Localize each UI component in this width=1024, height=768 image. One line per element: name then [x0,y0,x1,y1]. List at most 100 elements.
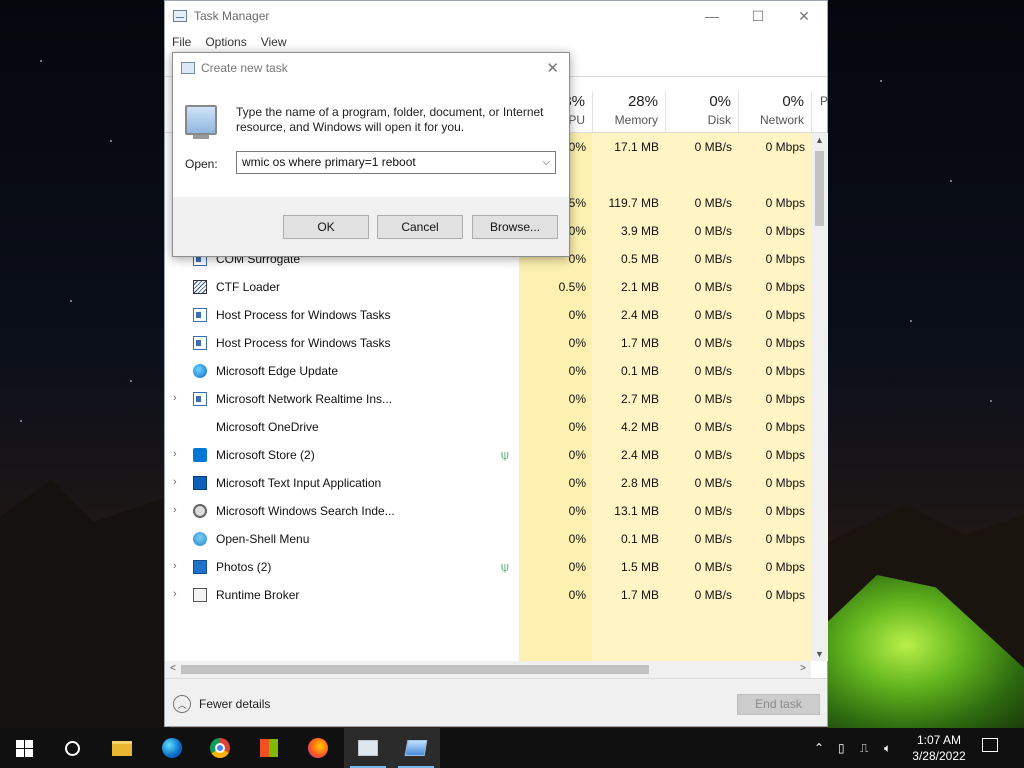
expand-chevron-icon[interactable]: › [173,504,183,516]
close-button[interactable]: ✕ [781,1,827,31]
taskbar-run[interactable] [392,728,440,768]
taskbar-firefox[interactable] [294,728,342,768]
runtime-process-icon [193,588,207,602]
shell-process-icon [193,532,207,546]
tray-network-icon[interactable]: ⎍ [860,728,868,768]
star [950,180,952,182]
vertical-scrollbar[interactable]: ▲ ▼ [811,133,828,661]
expand-chevron-icon[interactable]: › [173,560,183,572]
scroll-right-icon[interactable]: > [800,663,806,674]
minimize-button[interactable]: — [689,1,735,31]
taskbar-store[interactable] [245,728,293,768]
end-task-button[interactable]: End task [737,694,820,715]
process-cpu: 0.5% [558,280,586,294]
process-network: 0 Mbps [765,308,805,322]
open-combobox[interactable]: wmic os where primary=1 reboot ⌵ [236,151,556,174]
search-button[interactable] [48,728,96,768]
dialog-description: Type the name of a program, folder, docu… [236,105,544,134]
table-row[interactable]: Host Process for Windows Tasks 0% 1.7 MB 0 … [165,329,811,357]
browse-button[interactable]: Browse... [472,215,558,239]
column-disk[interactable]: 0% Disk [665,91,738,133]
open-input-value: wmic os where primary=1 reboot [242,155,416,169]
menu-view[interactable]: View [261,35,287,49]
ok-button[interactable]: OK [283,215,369,239]
taskbar-clock[interactable]: 1:07 AM 3/28/2022 [906,732,972,764]
taskbar: ⌃ ▯ ⎍ 🔈︎ 1:07 AM 3/28/2022 [0,728,1024,768]
process-network: 0 Mbps [765,196,805,210]
scroll-up-icon[interactable]: ▲ [811,135,828,145]
clock-time: 1:07 AM [916,733,962,747]
table-row[interactable]: Open-Shell Menu 0% 0.1 MB 0 MB/s 0 Mbps [165,525,811,553]
store-icon [260,739,278,757]
taskbar-edge[interactable] [148,728,196,768]
process-cpu: 0% [568,336,586,350]
dialog-body: Type the name of a program, folder, docu… [173,83,569,197]
table-row[interactable]: › Runtime Broker 0% 1.7 MB 0 MB/s 0 Mbps [165,581,811,609]
vertical-scroll-thumb[interactable] [815,151,824,226]
table-row[interactable]: Host Process for Windows Tasks 0% 2.4 MB 0 … [165,301,811,329]
tray-chevron-up-icon[interactable]: ⌃ [814,728,824,768]
process-memory: 1.7 MB [620,336,659,350]
table-row[interactable]: CTF Loader 0.5% 2.1 MB 0 MB/s 0 Mbps [165,273,811,301]
star [130,380,132,382]
process-memory: 0.1 MB [620,364,659,378]
table-row[interactable]: › Microsoft Windows Search Inde... 0% 13.1 … [165,497,811,525]
taskbar-chrome[interactable] [196,728,244,768]
process-memory: 1.5 MB [620,560,659,574]
task-manager-footer: ︿ Fewer details End task [165,678,827,726]
expand-chevron-icon[interactable]: › [173,392,183,404]
table-row[interactable]: Microsoft OneDrive 0% 4.2 MB 0 MB/s 0 Mbps [165,413,811,441]
action-center-icon[interactable] [982,738,998,752]
table-row[interactable]: Microsoft Edge Update 0% 0.1 MB 0 MB/s 0 Mbp… [165,357,811,385]
process-network: 0 Mbps [765,448,805,462]
process-name: Microsoft Text Input Application [216,476,382,490]
process-disk: 0 MB/s [694,224,732,238]
star [70,300,72,302]
process-disk: 0 MB/s [694,196,732,210]
start-button[interactable] [0,728,48,768]
table-row[interactable]: › Microsoft Text Input Application 0% 2.8 M… [165,469,811,497]
column-network[interactable]: 0% Network [738,91,811,133]
table-row[interactable]: › Photos (2) ⍦ 0% 1.5 MB 0 MB/s 0 Mbps [165,553,811,581]
star [20,420,22,422]
process-memory: 2.7 MB [620,392,659,406]
menu-file[interactable]: File [172,35,191,49]
scroll-down-icon[interactable]: ▼ [811,649,828,659]
table-row[interactable]: › Microsoft Network Realtime Ins... 0% 2.7 … [165,385,811,413]
process-name: CTF Loader [216,280,281,294]
taskbar-file-explorer[interactable] [98,728,146,768]
process-name: Microsoft OneDrive [216,420,319,434]
menu-options[interactable]: Options [205,35,246,49]
process-disk: 0 MB/s [694,504,732,518]
star [880,80,882,82]
fewer-details-button[interactable]: ︿ Fewer details [173,695,270,713]
process-disk: 0 MB/s [694,140,732,154]
suspended-leaf-icon: ⍦ [501,447,509,462]
taskbar-task-manager[interactable] [344,728,392,768]
expand-chevron-icon[interactable]: › [173,448,183,460]
process-network: 0 Mbps [765,140,805,154]
dialog-title: Create new task [201,61,288,75]
network-label: Network [759,113,804,127]
scroll-left-icon[interactable]: < [170,663,176,674]
dialog-titlebar[interactable]: Create new task [173,53,569,83]
tray-volume-icon[interactable]: 🔈︎ [884,728,891,768]
expand-chevron-icon[interactable]: › [173,476,183,488]
process-name: Runtime Broker [216,588,300,602]
maximize-button[interactable]: ☐ [735,1,781,31]
menu-bar: File Options View [165,31,827,53]
tray-battery-icon[interactable]: ▯ [838,728,845,768]
column-power[interactable]: P [811,91,828,133]
process-memory: 2.4 MB [620,448,659,462]
column-memory[interactable]: 28% Memory [592,91,665,133]
process-cpu: 0% [568,588,586,602]
table-row[interactable]: › Microsoft Store (2) ⍦ 0% 2.4 MB 0 MB/s 0 Mbp… [165,441,811,469]
dialog-close-icon[interactable]: ✕ [546,59,559,77]
process-cpu: 0% [568,308,586,322]
chevron-down-icon[interactable]: ⌵ [542,152,550,173]
horizontal-scroll-thumb[interactable] [181,665,649,674]
horizontal-scrollbar[interactable]: < > [165,661,811,678]
cancel-button[interactable]: Cancel [377,215,463,239]
expand-chevron-icon[interactable]: › [173,588,183,600]
process-memory: 2.1 MB [620,280,659,294]
